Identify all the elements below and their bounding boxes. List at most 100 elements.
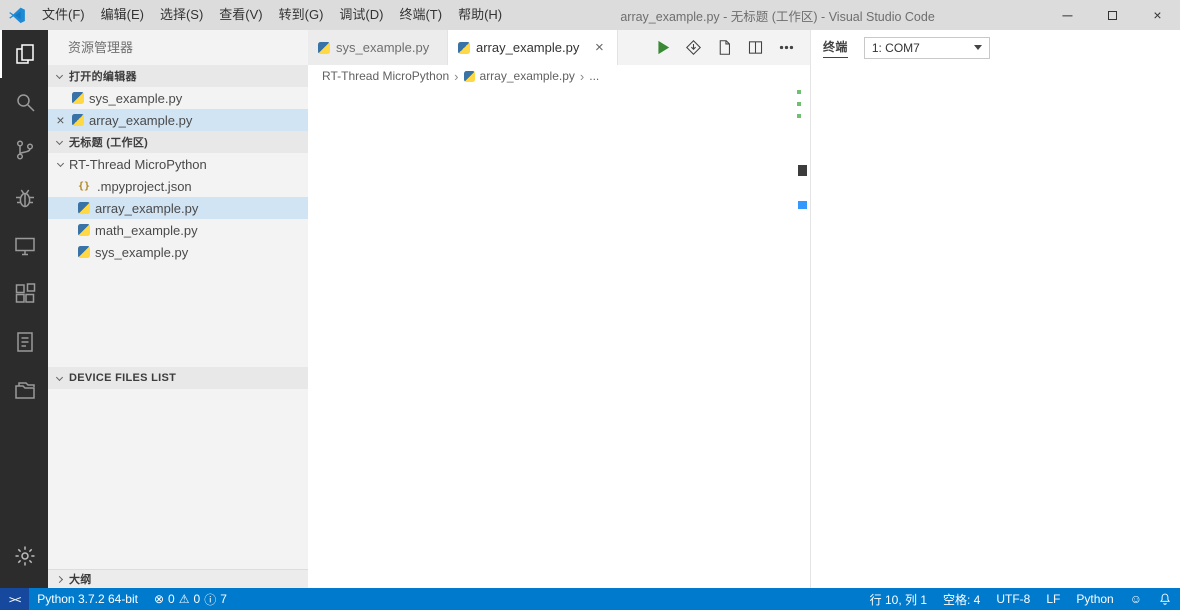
debug-icon[interactable]: [0, 174, 48, 222]
cursor-marker: [798, 201, 807, 209]
python-file-icon: [78, 246, 90, 258]
tab-label: array_example.py: [476, 40, 580, 55]
menu-item[interactable]: 文件(F): [34, 0, 93, 30]
menu-item[interactable]: 编辑(E): [93, 0, 152, 30]
chevron-down-icon: [55, 373, 64, 381]
file-name: sys_example.py: [89, 90, 183, 106]
menu-item[interactable]: 选择(S): [152, 0, 211, 30]
window-controls: ─ ×: [1045, 0, 1180, 30]
feedback-smiley-icon[interactable]: ☺: [1122, 588, 1150, 610]
menu-item[interactable]: 查看(V): [211, 0, 270, 30]
ruler-marker: [797, 114, 801, 118]
device-download-icon[interactable]: [681, 36, 705, 60]
json-file-icon: {}: [78, 180, 91, 192]
menu-item[interactable]: 终端(T): [391, 0, 450, 30]
python-file-icon: [78, 202, 90, 214]
terminal-output[interactable]: [811, 65, 1180, 588]
minimize-button[interactable]: ─: [1045, 0, 1090, 30]
explorer-sidebar: 资源管理器 打开的编辑器 sys_example.py × array_exampl…: [48, 30, 308, 588]
menu-item[interactable]: 转到(G): [271, 0, 332, 30]
activity-bar: [0, 30, 48, 588]
scrollbar-marker[interactable]: [798, 165, 807, 176]
cursor-position[interactable]: 行 10, 列 1: [862, 588, 935, 610]
terminal-selector-dropdown[interactable]: 1: COM7: [863, 36, 990, 59]
vscode-window: 文件(F) 编辑(E) 选择(S) 查看(V) 转到(G) 调试(D) 终端(T) 帮助(H)…: [0, 0, 1180, 610]
output-report-icon[interactable]: [0, 318, 48, 366]
chevron-down-icon: [55, 137, 64, 145]
python-file-icon: [72, 114, 84, 126]
notifications-bell-icon[interactable]: [1150, 588, 1180, 610]
error-icon: ⊗: [153, 592, 165, 606]
remote-indicator[interactable]: ><: [0, 588, 30, 610]
source-control-icon[interactable]: [0, 126, 48, 174]
breadcrumb: RT-Thread MicroPython › array_example.py ›.…: [308, 65, 810, 87]
open-editor-item[interactable]: × array_example.py: [48, 109, 308, 131]
editor-tab[interactable]: sys_example.py: [308, 30, 448, 65]
chevron-right-icon: [55, 575, 64, 583]
search-icon[interactable]: [0, 78, 48, 126]
settings-gear-icon[interactable]: [0, 532, 48, 580]
close-icon[interactable]: ×: [53, 112, 68, 128]
workspace-tree: RT-Thread MicroPython {} .mpyproject.json a…: [48, 153, 308, 263]
editor-group: sys_example.py array_example.py × RT-Threa…: [308, 30, 810, 588]
menu-item[interactable]: 帮助(H): [450, 0, 510, 30]
python-file-icon: [318, 41, 330, 54]
section-workspace[interactable]: 无标题 (工作区): [48, 131, 308, 153]
python-file-icon: [463, 70, 475, 82]
language-mode[interactable]: Python: [1068, 588, 1121, 610]
remote-device-icon[interactable]: [0, 222, 48, 270]
section-open-editors[interactable]: 打开的编辑器: [48, 65, 308, 87]
text-editor[interactable]: [308, 89, 744, 588]
tree-file[interactable]: {} .mpyproject.json: [48, 175, 308, 197]
encoding[interactable]: UTF-8: [988, 588, 1038, 610]
breadcrumb-item[interactable]: ...: [589, 69, 599, 83]
breadcrumb-item[interactable]: array_example.py: [480, 69, 575, 83]
close-icon[interactable]: ×: [591, 39, 607, 56]
chevron-down-icon: [55, 71, 64, 79]
more-actions-icon[interactable]: [774, 36, 798, 60]
python-file-icon: [78, 224, 90, 236]
maximize-button[interactable]: [1090, 0, 1135, 30]
window-title: array_example.py - 无标题 (工作区) - Visual St…: [620, 9, 935, 24]
device-files-icon[interactable]: [0, 366, 48, 414]
eol-selector[interactable]: LF: [1038, 588, 1068, 610]
chevron-right-icon: ›: [454, 68, 459, 84]
problems-indicator[interactable]: ⊗ 0 ⚠ 0 ⓘ 7: [146, 588, 235, 610]
menu-item[interactable]: 调试(D): [331, 0, 391, 30]
tree-file[interactable]: math_example.py: [48, 219, 308, 241]
python-file-icon: [458, 41, 470, 54]
section-device-files[interactable]: DEVICE FILES LIST: [48, 367, 308, 389]
minimap[interactable]: [744, 89, 796, 588]
open-preview-icon[interactable]: [712, 36, 736, 60]
tree-file[interactable]: array_example.py: [48, 197, 308, 219]
breadcrumb-item[interactable]: RT-Thread MicroPython: [322, 69, 449, 83]
tree-folder[interactable]: RT-Thread MicroPython: [48, 153, 308, 175]
tree-file[interactable]: sys_example.py: [48, 241, 308, 263]
folder-name: RT-Thread MicroPython: [69, 156, 207, 172]
ruler-marker: [797, 90, 801, 94]
sidebar-title: 资源管理器: [68, 40, 134, 55]
close-button[interactable]: ×: [1135, 0, 1180, 30]
open-editors-list: sys_example.py × array_example.py: [48, 87, 308, 131]
editor-tab[interactable]: array_example.py ×: [448, 30, 619, 65]
maximize-icon: [1108, 11, 1117, 20]
extensions-icon[interactable]: [0, 270, 48, 318]
menubar: 文件(F) 编辑(E) 选择(S) 查看(V) 转到(G) 调试(D) 终端(T) 帮助(H): [34, 0, 510, 30]
titlebar: 文件(F) 编辑(E) 选择(S) 查看(V) 转到(G) 调试(D) 终端(T) 帮助(H)…: [0, 0, 1180, 30]
warning-count: 0: [193, 592, 201, 606]
editor-actions: [650, 30, 810, 65]
run-icon[interactable]: [650, 36, 674, 60]
info-count: 7: [220, 592, 227, 606]
indentation[interactable]: 空格: 4: [935, 588, 988, 610]
ruler-marker: [797, 102, 801, 106]
section-outline[interactable]: 大纲: [48, 569, 308, 588]
tab-label: sys_example.py: [336, 40, 430, 55]
split-editor-icon[interactable]: [743, 36, 767, 60]
python-interpreter[interactable]: Python 3.7.2 64-bit: [29, 588, 146, 610]
open-editor-item[interactable]: sys_example.py: [48, 87, 308, 109]
overview-ruler: [796, 87, 810, 588]
terminal-tab[interactable]: 终端: [823, 38, 848, 58]
explorer-icon[interactable]: [0, 30, 48, 78]
